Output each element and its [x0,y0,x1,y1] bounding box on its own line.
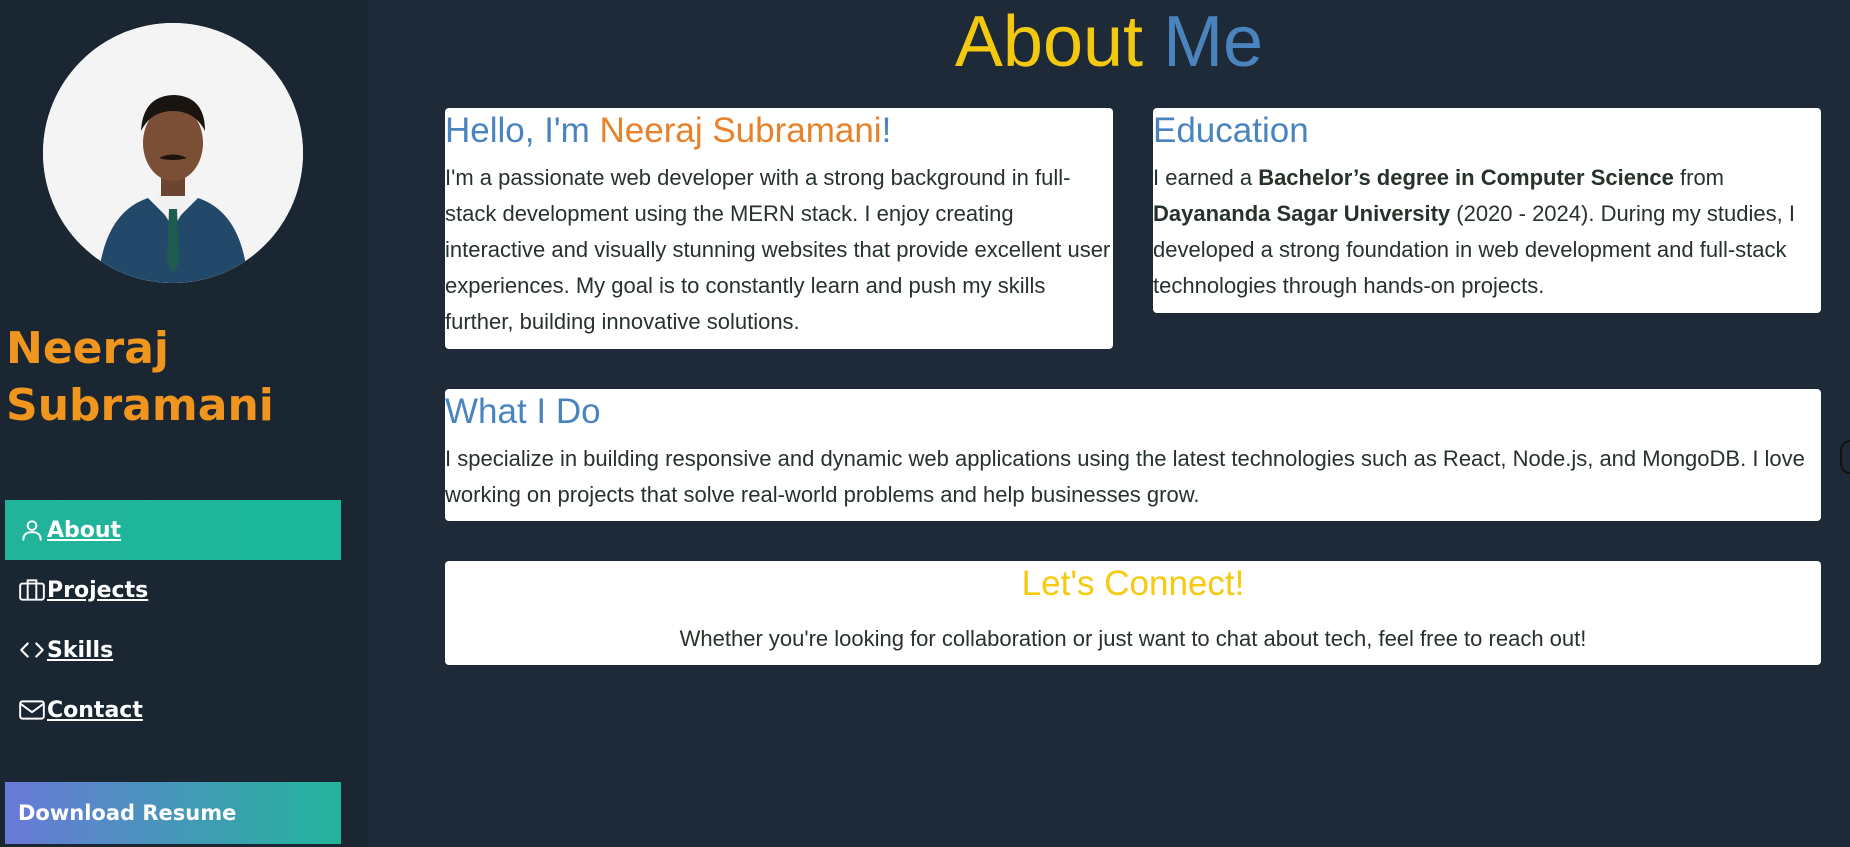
intro-heading-suffix: ! [881,111,892,150]
nav-item-contact-label: Contact [47,697,143,723]
intro-body: I'm a passionate web developer with a st… [445,165,1111,334]
download-resume-button[interactable]: Download Resume [5,782,341,844]
profile-avatar [43,23,303,283]
intro-heading: Hello, I'm Neeraj Subramani! [445,108,1113,154]
intro-heading-name: Neeraj Subramani [599,111,882,150]
connect-card: Let's Connect! Whether you're looking fo… [445,561,1821,665]
intro-heading-prefix: Hello, I'm [445,111,600,150]
education-text-1: I earned a [1153,165,1259,190]
mail-icon [17,695,47,725]
education-text-2: from [1673,165,1725,190]
connect-body: Whether you're looking for collaboration… [679,626,1587,651]
nav-item-skills[interactable]: Skills [5,620,341,680]
education-heading: Education [1153,111,1309,150]
education-card: Education I earned a Bachelor’s degree i… [1153,108,1821,313]
education-university: Dayananda Sagar University [1153,201,1451,226]
connect-heading: Let's Connect! [1021,564,1245,603]
briefcase-icon [17,575,47,605]
sidebar: Neeraj Subramani About Projects Skills C… [0,0,368,847]
page-title: About Me [368,0,1850,84]
page-title-part2: Me [1163,2,1264,82]
profile-name-first: Neeraj [6,323,169,374]
page-title-part1: About [954,2,1144,82]
what-i-do-card: What I Do I specialize in building respo… [445,389,1821,521]
nav-item-projects-label: Projects [47,577,149,603]
nav-item-about-label: About [47,517,122,543]
education-degree: Bachelor’s degree in Computer Science [1258,165,1674,190]
profile-name: Neeraj Subramani [6,320,274,434]
user-icon [17,515,47,545]
nav-item-about[interactable]: About [5,500,341,560]
education-body: I earned a Bachelor’s degree in Computer… [1153,160,1821,304]
profile-photo [43,23,303,283]
scroll-indicator[interactable] [1840,440,1850,474]
code-icon [17,635,47,665]
nav-item-skills-label: Skills [47,637,114,663]
profile-name-last: Subramani [6,380,274,431]
nav-item-projects[interactable]: Projects [5,560,341,620]
nav-item-contact[interactable]: Contact [5,680,341,740]
what-i-do-heading: What I Do [445,392,601,431]
sidebar-nav: About Projects Skills Contact [5,500,341,740]
intro-card: Hello, I'm Neeraj Subramani! I'm a passi… [445,108,1113,349]
what-i-do-body: I specialize in building responsive and … [445,446,1805,507]
